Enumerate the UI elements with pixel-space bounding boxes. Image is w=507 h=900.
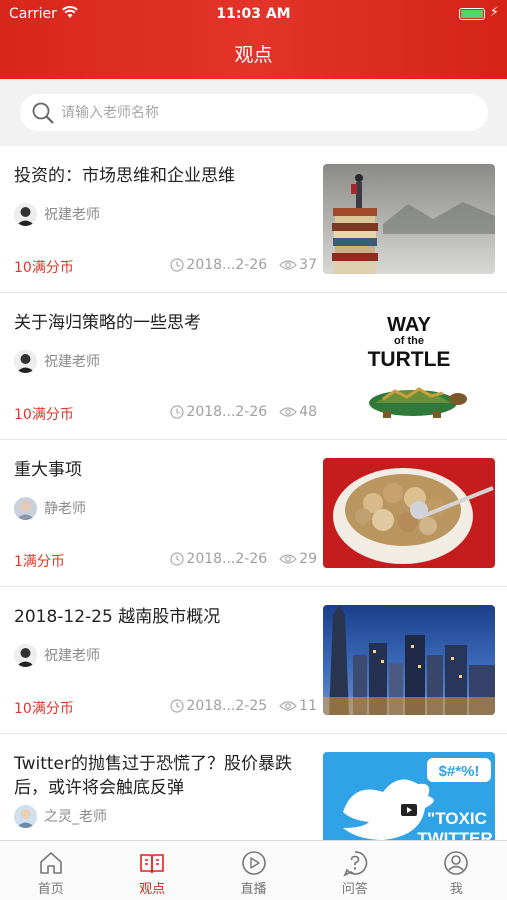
article-date: 2018...2-26 (186, 551, 268, 567)
view-count: 29 (299, 551, 317, 567)
tab-label: 观点 (139, 882, 166, 897)
search-box[interactable] (20, 94, 488, 131)
city-icon[interactable] (323, 605, 495, 715)
charging-icon: ⚡ (489, 5, 499, 20)
author-name: 祝建老师 (44, 648, 100, 664)
article-card[interactable]: 2018-12-25 越南股市概况 祝建老师 10满分币 2018...2-25… (0, 587, 507, 734)
author-name: 祝建老师 (44, 354, 100, 370)
tab-label: 直播 (240, 882, 267, 897)
article-author[interactable]: 祝建老师 (14, 202, 100, 226)
avatar (14, 496, 37, 520)
eye-icon (279, 407, 298, 417)
article-card[interactable]: Twitter的抛售过于恐慌了？股价暴跌后，或许将会触底反弹 之灵_老师 $#*… (0, 734, 507, 840)
article-author[interactable]: 静老师 (14, 496, 86, 520)
turtle-icon[interactable]: WAY of the TURTLE (323, 311, 495, 421)
thumb-text: TURTLE (368, 348, 451, 371)
clock-icon (170, 699, 185, 713)
question-icon (343, 851, 368, 877)
clock-icon (170, 552, 185, 566)
author-name: 之灵_老师 (44, 809, 107, 825)
article-meta: 2018...2-26 37 (170, 257, 317, 273)
tab-home[interactable]: 首页 (0, 841, 101, 900)
article-date: 2018...2-25 (186, 698, 268, 714)
article-author[interactable]: 祝建老师 (14, 643, 100, 667)
thumb-text: TWITTER (417, 829, 493, 840)
page-title: 观点 (234, 44, 273, 66)
search-section (0, 79, 507, 146)
clock-icon (170, 258, 185, 272)
article-meta: 2018...2-26 48 (170, 404, 317, 420)
article-title: 投资的：市场思维和企业思维 (14, 166, 235, 186)
search-input[interactable] (61, 94, 461, 131)
price-label: 10满分币 (14, 407, 74, 423)
article-date: 2018...2-26 (186, 257, 268, 273)
article-meta: 2018...2-25 11 (170, 698, 317, 714)
status-bar: Carrier 11:03 AM ⚡ (0, 0, 507, 28)
price-label: 10满分币 (14, 260, 74, 276)
eye-icon (279, 701, 298, 711)
battery-icon (459, 8, 485, 20)
article-meta: 2018...2-26 29 (170, 551, 317, 567)
article-author[interactable]: 之灵_老师 (14, 804, 107, 828)
thumb-text: $#*%! (439, 763, 480, 780)
eye-icon (279, 260, 298, 270)
article-card[interactable]: 重大事项 静老师 1满分币 2018...2-26 29 (0, 440, 507, 587)
article-title: 关于海归策略的一些思考 (14, 313, 201, 333)
coins-icon[interactable] (323, 458, 495, 568)
article-card[interactable]: 投资的：市场思维和企业思维 祝建老师 10满分币 2018...2-26 37 (0, 146, 507, 293)
view-count: 37 (299, 257, 317, 273)
tab-label: 问答 (341, 882, 368, 897)
user-icon (444, 851, 469, 875)
author-name: 祝建老师 (44, 207, 100, 223)
price-label: 1满分币 (14, 554, 65, 570)
view-count: 11 (299, 698, 317, 714)
article-list[interactable]: 投资的：市场思维和企业思维 祝建老师 10满分币 2018...2-26 37 (0, 146, 507, 840)
home-icon (39, 852, 62, 874)
article-date: 2018...2-26 (186, 404, 268, 420)
twitter-bird-icon[interactable]: $#*%! "TOXIC TWITTER (323, 752, 495, 840)
thumb-text: of the (394, 335, 424, 347)
avatar (14, 202, 37, 226)
article-title: 重大事项 (14, 460, 82, 480)
search-icon (32, 102, 54, 124)
article-card[interactable]: 关于海归策略的一些思考 祝建老师 10满分币 2018...2-26 48 WA… (0, 293, 507, 440)
thumb-text: WAY (387, 314, 431, 336)
book-icon (140, 854, 164, 874)
tab-viewpoint[interactable]: 观点 (101, 841, 202, 900)
avatar (14, 349, 37, 373)
tab-bar: 首页 观点 直播 问答 我 (0, 840, 507, 900)
tab-me[interactable]: 我 (406, 841, 507, 900)
clock-icon (170, 405, 185, 419)
tab-label: 首页 (37, 882, 64, 897)
thumb-text: "TOXIC (427, 809, 487, 828)
books-icon[interactable] (323, 164, 495, 274)
tab-qa[interactable]: 问答 (304, 841, 405, 900)
navigation-header: Carrier 11:03 AM ⚡ 观点 (0, 0, 507, 79)
status-time: 11:03 AM (216, 6, 291, 22)
price-label: 10满分币 (14, 701, 74, 717)
avatar (14, 643, 37, 667)
article-author[interactable]: 祝建老师 (14, 349, 100, 373)
view-count: 48 (299, 404, 317, 420)
article-title: 2018-12-25 越南股市概况 (14, 607, 221, 627)
tab-label: 我 (449, 882, 463, 897)
author-name: 静老师 (44, 501, 86, 517)
play-icon (241, 851, 266, 875)
article-title: Twitter的抛售过于恐慌了？股价暴跌后，或许将会触底反弹 (14, 754, 292, 798)
eye-icon (279, 554, 298, 564)
tab-live[interactable]: 直播 (203, 841, 304, 900)
avatar (14, 804, 37, 828)
